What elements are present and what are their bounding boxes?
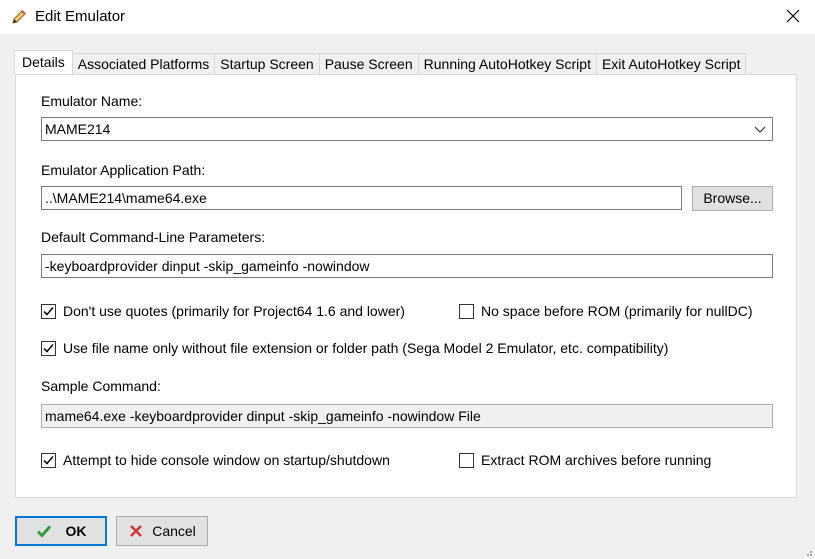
checkmark-icon <box>43 455 54 465</box>
hide-console-checkbox[interactable]: Attempt to hide console window on startu… <box>41 452 390 468</box>
checkmark-icon <box>43 343 54 353</box>
filename-only-checkbox[interactable]: Use file name only without file extensio… <box>41 340 668 356</box>
no-quotes-box[interactable] <box>41 303 56 319</box>
edit-emulator-dialog: Edit Emulator Details Associated Platfor… <box>0 0 815 559</box>
cancel-label: Cancel <box>152 523 196 539</box>
emulator-name-combo[interactable]: MAME214 <box>41 117 773 141</box>
close-icon <box>786 9 799 23</box>
no-quotes-label: Don't use quotes (primarily for Project6… <box>63 303 405 319</box>
extract-rom-label: Extract ROM archives before running <box>481 452 712 468</box>
cmdline-label: Default Command-Line Parameters: <box>41 229 266 245</box>
tab-associated-platforms[interactable]: Associated Platforms <box>71 53 216 74</box>
filename-only-box[interactable] <box>41 340 56 356</box>
no-quotes-checkbox[interactable]: Don't use quotes (primarily for Project6… <box>41 303 405 319</box>
no-space-label: No space before ROM (primarily for nullD… <box>481 303 753 319</box>
chevron-down-icon[interactable] <box>754 124 766 134</box>
ok-button[interactable]: OK <box>15 516 107 546</box>
pencil-icon <box>12 10 26 24</box>
no-space-checkbox[interactable]: No space before ROM (primarily for nullD… <box>459 303 753 319</box>
app-path-label: Emulator Application Path: <box>41 162 206 178</box>
resize-grip-icon[interactable] <box>803 547 813 557</box>
hide-console-label: Attempt to hide console window on startu… <box>63 452 390 468</box>
checkmark-icon <box>36 525 51 538</box>
app-path-input[interactable]: ..\MAME214\mame64.exe <box>41 186 682 210</box>
ok-label: OK <box>65 523 87 539</box>
checkmark-icon <box>43 306 54 316</box>
tab-pause-screen[interactable]: Pause Screen <box>318 53 419 74</box>
browse-button[interactable]: Browse... <box>692 186 773 211</box>
extract-rom-checkbox[interactable]: Extract ROM archives before running <box>459 452 711 468</box>
tab-exit-autohotkey-script[interactable]: Exit AutoHotkey Script <box>595 53 747 74</box>
sample-command-label: Sample Command: <box>41 378 161 394</box>
tab-strip: Details Associated Platforms Startup Scr… <box>14 50 747 74</box>
close-icon <box>130 525 143 537</box>
sample-command-field: mame64.exe -keyboardprovider dinput -ski… <box>41 404 773 428</box>
filename-only-label: Use file name only without file extensio… <box>63 340 669 356</box>
tab-details[interactable]: Details <box>14 50 73 74</box>
tab-startup-screen[interactable]: Startup Screen <box>214 53 320 74</box>
emulator-name-label: Emulator Name: <box>41 93 143 109</box>
window-title: Edit Emulator <box>35 8 126 25</box>
cancel-button[interactable]: Cancel <box>116 516 208 546</box>
emulator-name-value: MAME214 <box>45 121 111 137</box>
tab-running-autohotkey-script[interactable]: Running AutoHotkey Script <box>417 53 597 74</box>
title-bar: Edit Emulator <box>0 0 815 34</box>
cmdline-input[interactable]: -keyboardprovider dinput -skip_gameinfo … <box>41 254 773 278</box>
no-space-box[interactable] <box>459 303 474 319</box>
hide-console-box[interactable] <box>41 452 56 468</box>
close-button[interactable] <box>770 0 815 32</box>
extract-rom-box[interactable] <box>459 452 474 468</box>
